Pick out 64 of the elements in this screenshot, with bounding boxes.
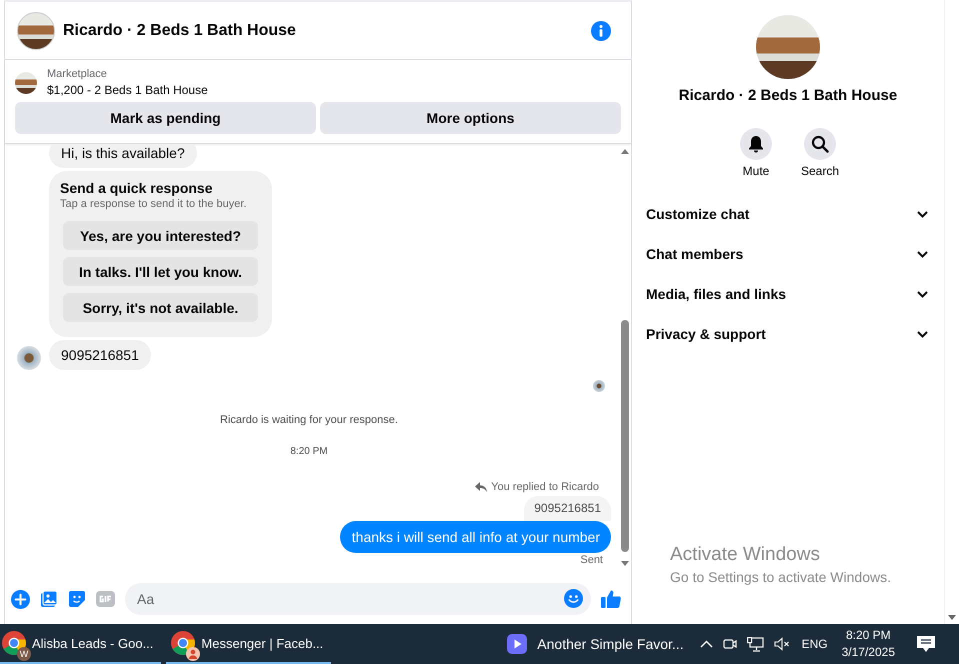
scroll-down-icon[interactable] (621, 561, 629, 566)
quick-response-title: Send a quick response (60, 180, 214, 196)
sticker-icon[interactable] (68, 590, 86, 608)
action-label: Search (800, 164, 840, 178)
conversation-name: Ricardo · 2 Beds 1 Bath House (678, 87, 898, 104)
chevron-down-icon (917, 330, 928, 338)
clock-date[interactable]: 3/17/2025 (842, 644, 895, 661)
listing-thumbnail (15, 72, 37, 94)
bell-icon (748, 135, 764, 153)
section-header[interactable]: Customize chat (646, 194, 928, 234)
info-icon[interactable] (591, 20, 611, 40)
photo-icon[interactable] (40, 590, 58, 608)
language-indicator[interactable]: ENG (802, 637, 828, 651)
quick-response-option[interactable]: Yes, are you interested? (63, 221, 258, 250)
speaker-muted-icon[interactable] (774, 637, 790, 651)
quick-response-hint: Tap a response to send it to the buyer. (60, 198, 248, 210)
listing-photo (17, 12, 55, 50)
thumbs-up-icon[interactable] (601, 589, 621, 609)
scrollbar-thumb[interactable] (621, 320, 629, 552)
chevron-down-icon (917, 210, 928, 218)
action-label: Mute (742, 164, 770, 178)
search-button[interactable] (804, 128, 836, 160)
quoted-message: 9095216851 (524, 496, 611, 521)
listing-title: $1,200 - 2 Beds 1 Bath House (47, 83, 208, 97)
message-bubble: 9095216851 (49, 340, 151, 370)
profile-badge: W (17, 647, 31, 661)
profile-badge-icon (186, 647, 200, 661)
chevron-up-icon[interactable] (700, 640, 713, 648)
taskbar-app[interactable]: Messenger | Faceb... (166, 624, 332, 664)
browser-icon (1, 630, 27, 656)
waiting-notice: Ricardo is waiting for your response. (220, 414, 398, 426)
search-icon (811, 135, 829, 153)
message-bubble: thanks i will send all info at your number (340, 521, 611, 553)
reply-label: You replied to Ricardo (491, 481, 599, 493)
section-header[interactable]: Chat members (646, 234, 928, 274)
clock-time[interactable]: 8:20 PM (842, 627, 895, 644)
message-status: Sent (580, 554, 603, 566)
listing-button[interactable]: Mark as pending (15, 102, 316, 134)
activation-title: Activate Windows (670, 544, 821, 566)
quick-response-option[interactable]: Sorry, it's not available. (63, 293, 258, 322)
mute-button[interactable] (740, 128, 772, 160)
play-icon (507, 634, 528, 654)
message-bubble: Hi, is this available? (49, 144, 197, 168)
chat-title: Ricardo · 2 Beds 1 Bath House (63, 22, 297, 40)
reply-icon (475, 482, 488, 492)
media-widget[interactable]: Another Simple Favor... (507, 634, 684, 654)
listing-source: Marketplace (47, 68, 108, 80)
chevron-down-icon (917, 250, 928, 258)
taskbar-app[interactable]: W Alisba Leads - Goo... (0, 624, 162, 664)
seen-avatar (593, 380, 605, 392)
scroll-down-icon[interactable] (948, 615, 956, 620)
section-header[interactable]: Privacy & support (646, 314, 928, 354)
emoji-icon[interactable] (564, 589, 583, 608)
network-icon[interactable] (746, 636, 764, 652)
quick-response-option[interactable]: In talks. I'll let you know. (63, 257, 258, 286)
chevron-down-icon (917, 290, 928, 298)
listing-button[interactable]: More options (320, 102, 621, 134)
add-icon[interactable] (11, 590, 30, 608)
activation-hint: Go to Settings to activate Windows. (670, 569, 891, 585)
message-input[interactable]: Aa (125, 583, 591, 615)
notifications-icon[interactable] (917, 636, 935, 652)
section-header[interactable]: Media, files and links (646, 274, 928, 314)
scroll-up-icon[interactable] (621, 149, 629, 154)
timestamp: 8:20 PM (290, 446, 328, 457)
